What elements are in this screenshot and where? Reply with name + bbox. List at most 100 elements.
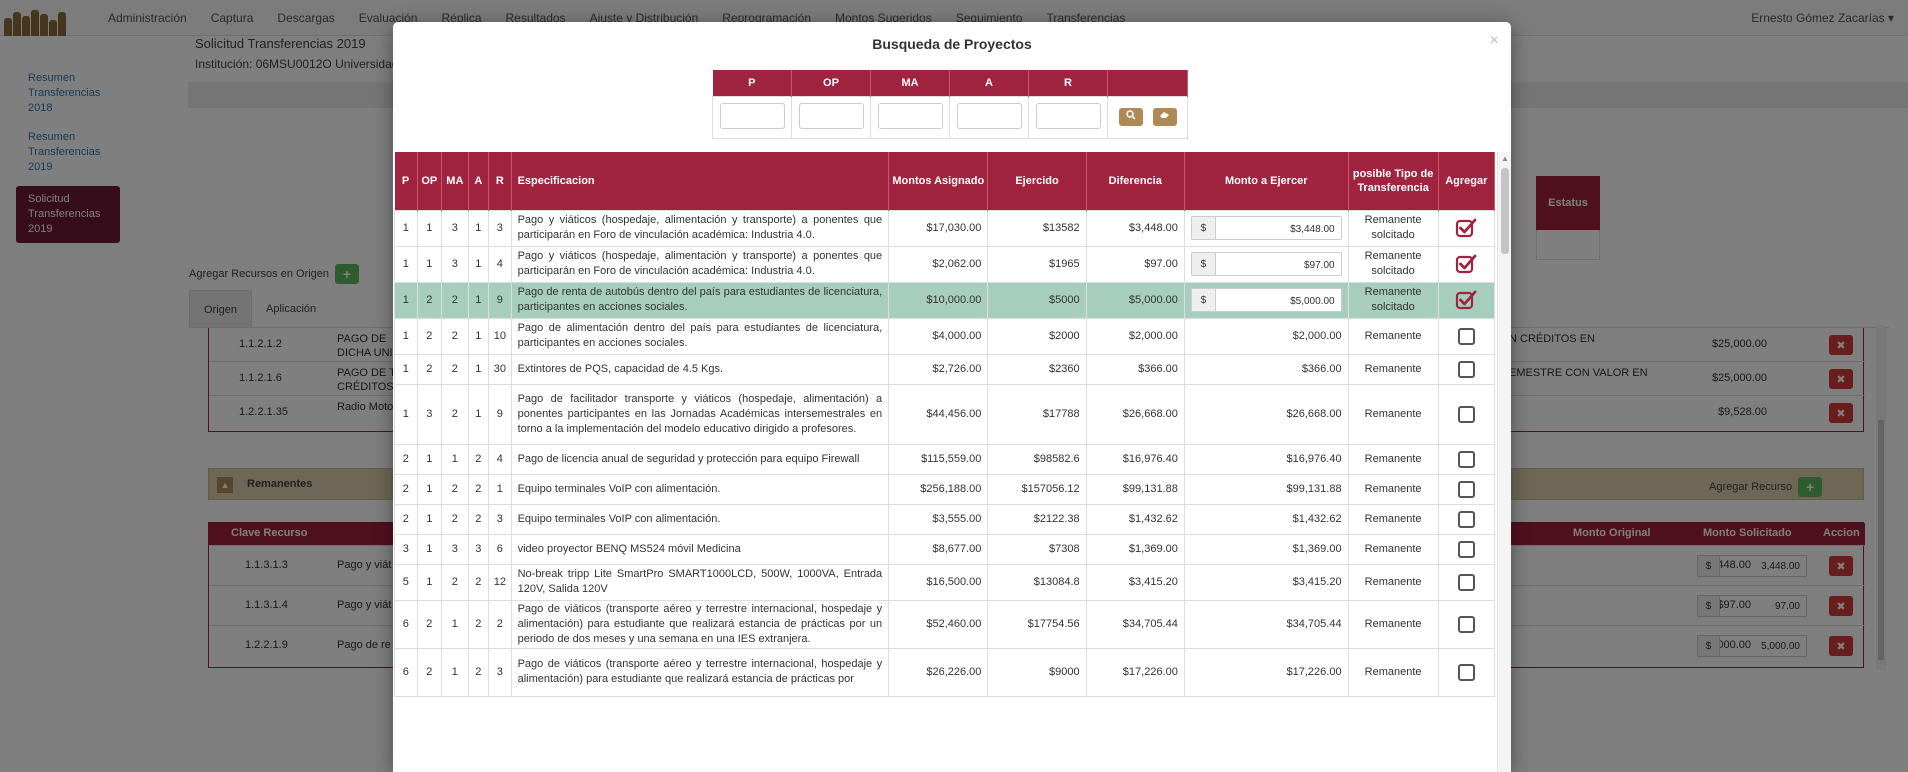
add-checkbox[interactable] <box>1457 615 1475 633</box>
filter-r-input[interactable] <box>1035 102 1101 129</box>
cell-ma: 3 <box>441 245 469 283</box>
monto-a-ejercer-input[interactable]: $ $97.00 <box>1190 252 1342 276</box>
monto-a-ejercer-input[interactable]: $ $3,448.00 <box>1190 216 1342 240</box>
currency-addon: $ <box>1191 253 1216 275</box>
add-checkbox[interactable] <box>1457 405 1475 423</box>
modal-scrollbar[interactable]: ▲ <box>1497 152 1511 772</box>
cell-agregar <box>1437 647 1496 697</box>
cell-tipo-transferencia: Remanente <box>1347 443 1439 475</box>
monto-a-ejercer-input[interactable]: $ $5,000.00 <box>1190 288 1342 312</box>
search-button[interactable] <box>1118 108 1143 126</box>
add-checkbox[interactable] <box>1457 663 1475 681</box>
add-checkbox[interactable] <box>1457 510 1475 528</box>
project-row[interactable]: 1 2 2 1 9 Pago de renta de autobús dentro del… <box>394 281 1496 319</box>
cell-tipo-transferencia: Remanente solcitado <box>1347 245 1439 283</box>
projects-header-row: P OP MA A R Especificacion Montos Asigna… <box>394 152 1496 210</box>
scrollbar-thumb[interactable] <box>1501 168 1509 254</box>
cell-tipo-transferencia: Remanente <box>1347 473 1439 505</box>
cell-p: 1 <box>394 383 418 445</box>
clear-button[interactable] <box>1152 108 1177 126</box>
cell-monto-a-ejercer: $ $97.00 <box>1183 245 1349 283</box>
project-row[interactable]: 1 2 2 1 10 Pago de alimentación dentro del pa… <box>394 317 1496 355</box>
col-r: R <box>488 152 512 210</box>
add-checkbox[interactable] <box>1457 327 1475 345</box>
cell-ma: 2 <box>441 383 469 445</box>
cell-ma: 1 <box>441 599 469 649</box>
cell-ma: 2 <box>441 281 469 319</box>
cell-a: 2 <box>467 443 490 475</box>
scroll-up-icon[interactable]: ▲ <box>1501 154 1509 163</box>
filter-ma-input[interactable] <box>877 102 943 129</box>
filter-op-input[interactable] <box>798 102 864 129</box>
filter-header-actions <box>1107 70 1188 96</box>
cell-r: 4 <box>488 245 512 283</box>
checked-checkbox-icon[interactable] <box>1455 253 1477 275</box>
project-row[interactable]: 1 1 3 1 3 Pago y viáticos (hospedaje, aliment… <box>394 209 1496 247</box>
project-row[interactable]: 2 1 2 2 3 Equipo terminales VoIP con alimenta… <box>394 503 1496 535</box>
filter-a-input[interactable] <box>956 102 1022 129</box>
cell-ejercido: $157056.12 <box>987 473 1087 505</box>
cell-diferencia: $34,705.44 <box>1085 599 1185 649</box>
add-checkbox[interactable] <box>1457 450 1475 468</box>
project-row[interactable]: 3 1 3 3 6 video proyector BENQ MS524 móvil Me… <box>394 533 1496 565</box>
add-checkbox[interactable] <box>1457 480 1475 498</box>
cell-monto-a-ejercer: $366.00 <box>1183 353 1349 385</box>
col-p: P <box>394 152 418 210</box>
col-especificacion: Especificacion <box>511 152 890 210</box>
project-row[interactable]: 2 1 1 2 4 Pago de licencia anual de seguridad… <box>394 443 1496 475</box>
project-row[interactable]: 5 1 2 2 12 No-break tripp Lite SmartPro SMART… <box>394 563 1496 601</box>
cell-r: 30 <box>488 353 512 385</box>
cell-ejercido: $2360 <box>987 353 1087 385</box>
cell-agregar <box>1437 317 1496 355</box>
project-row[interactable]: 6 2 1 2 3 Pago de viáticos (transporte aéreo … <box>394 647 1496 697</box>
cell-tipo-transferencia: Remanente <box>1347 503 1439 535</box>
cell-diferencia: $26,668.00 <box>1085 383 1185 445</box>
cell-r: 3 <box>488 647 512 697</box>
cell-especificacion: video proyector BENQ MS524 móvil Medicin… <box>510 533 890 565</box>
project-row[interactable]: 1 1 3 1 4 Pago y viáticos (hospedaje, aliment… <box>394 245 1496 283</box>
cell-op: 2 <box>416 599 443 649</box>
cell-monto-a-ejercer: $17,226.00 <box>1183 647 1349 697</box>
cell-agregar <box>1437 383 1496 445</box>
cell-a: 1 <box>467 209 490 247</box>
add-checkbox[interactable] <box>1457 573 1475 591</box>
monto-a-ejercer-value: $97.00 <box>1303 260 1335 271</box>
cell-montos-asignado: $16,500.00 <box>888 563 989 601</box>
cell-especificacion: Equipo terminales VoIP con alimentación. <box>510 473 890 505</box>
project-row[interactable]: 1 2 2 1 30 Extintores de PQS, capacidad de 4.… <box>394 353 1496 385</box>
monto-a-ejercer-value: $3,448.00 <box>1290 224 1335 235</box>
project-row[interactable]: 1 3 2 1 9 Pago de facilitador transporte y vi… <box>394 383 1496 445</box>
cell-r: 1 <box>488 473 512 505</box>
cell-ejercido: $7308 <box>987 533 1087 565</box>
project-row[interactable]: 6 2 1 2 2 Pago de viáticos (transporte aéreo … <box>394 599 1496 649</box>
cell-op: 3 <box>416 383 443 445</box>
cell-ejercido: $2000 <box>987 317 1087 355</box>
cell-ma: 3 <box>441 533 469 565</box>
cell-agregar <box>1437 353 1496 385</box>
cell-ejercido: $98582.6 <box>987 443 1087 475</box>
cell-diferencia: $99,131.88 <box>1085 473 1185 505</box>
cell-a: 2 <box>467 563 490 601</box>
cell-monto-a-ejercer: $ $5,000.00 <box>1183 281 1349 319</box>
add-checkbox[interactable] <box>1457 360 1475 378</box>
cell-p: 1 <box>394 281 418 319</box>
add-checkbox[interactable] <box>1457 540 1475 558</box>
checked-checkbox-icon[interactable] <box>1455 217 1477 239</box>
cell-op: 1 <box>416 209 443 247</box>
filter-p-input[interactable] <box>719 102 785 129</box>
cell-tipo-transferencia: Remanente <box>1347 317 1439 355</box>
currency-addon: $ <box>1191 289 1216 311</box>
close-icon[interactable]: × <box>1490 32 1499 50</box>
projects-grid-wrapper[interactable]: P OP MA A R Especificacion Montos Asigna… <box>394 152 1511 772</box>
project-row[interactable]: 2 1 2 2 1 Equipo terminales VoIP con alimenta… <box>394 473 1496 505</box>
cell-especificacion: Pago de renta de autobús dentro del país… <box>510 281 890 319</box>
cell-a: 2 <box>467 647 490 697</box>
cell-a: 1 <box>467 245 490 283</box>
cell-ejercido: $17788 <box>987 383 1087 445</box>
checked-checkbox-icon[interactable] <box>1455 289 1477 311</box>
cell-p: 5 <box>394 563 418 601</box>
cell-diferencia: $366.00 <box>1085 353 1185 385</box>
cell-r: 4 <box>488 443 512 475</box>
cell-op: 1 <box>416 443 443 475</box>
cell-montos-asignado: $44,456.00 <box>888 383 989 445</box>
